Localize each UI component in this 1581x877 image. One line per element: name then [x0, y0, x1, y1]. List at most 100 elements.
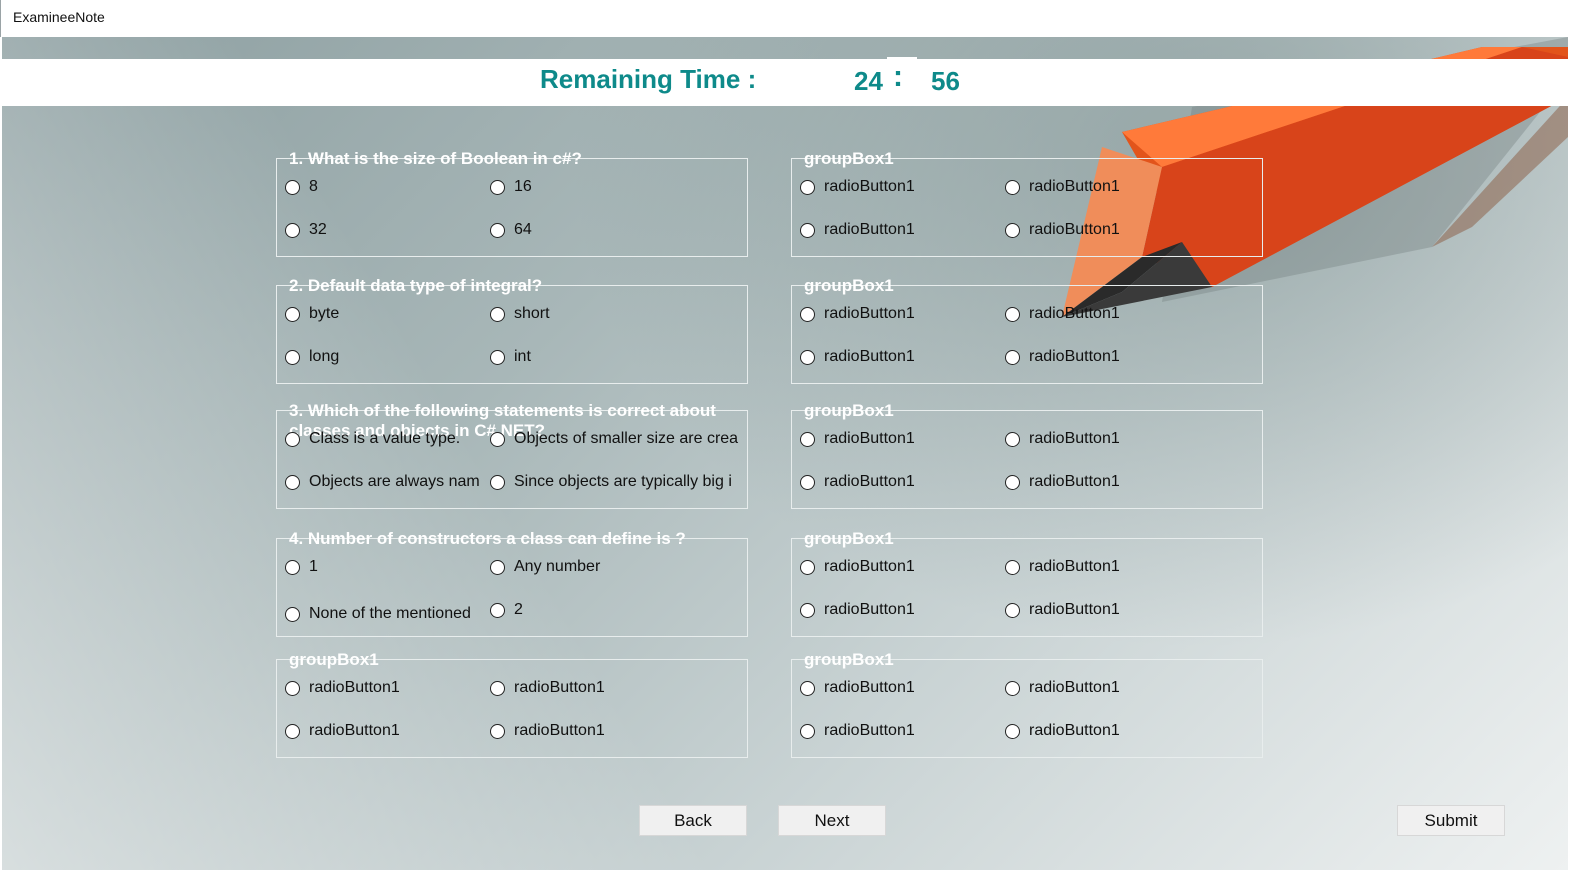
q3-option-c[interactable]: Objects are always nam — [285, 473, 490, 491]
q1-option-a[interactable]: 8 — [285, 178, 475, 196]
radio-circle-icon[interactable] — [800, 431, 815, 447]
radio-circle-icon[interactable] — [490, 306, 505, 322]
placeholder-group-3: groupBox1 radioButton1 radioButton1 radi… — [791, 401, 1263, 509]
radio-button[interactable]: radioButton1 — [800, 430, 990, 448]
q2-option-b[interactable]: short — [490, 305, 745, 323]
radio-circle-icon[interactable] — [285, 431, 300, 447]
radio-circle-icon[interactable] — [800, 723, 815, 739]
radio-circle-icon[interactable] — [1005, 474, 1020, 490]
radio-circle-icon[interactable] — [1005, 723, 1020, 739]
radio-circle-icon[interactable] — [800, 179, 815, 195]
q2-option-a[interactable]: byte — [285, 305, 475, 323]
next-button[interactable]: Next — [778, 805, 886, 836]
exam-form — [2, 37, 1568, 870]
radio-button[interactable]: radioButton1 — [1005, 679, 1195, 697]
radio-button[interactable]: radioButton1 — [1005, 348, 1195, 366]
back-button[interactable]: Back — [639, 805, 747, 836]
radio-button[interactable]: radioButton1 — [800, 601, 990, 619]
radio-button[interactable]: radioButton1 — [1005, 178, 1195, 196]
radio-button[interactable]: radioButton1 — [800, 473, 990, 491]
timer-band — [2, 59, 1568, 106]
q1-option-b[interactable]: 16 — [490, 178, 745, 196]
placeholder-group-1: groupBox1 radioButton1 radioButton1 radi… — [791, 149, 1263, 257]
radio-button[interactable]: radioButton1 — [800, 722, 990, 740]
radio-circle-icon[interactable] — [490, 431, 505, 447]
radio-circle-icon[interactable] — [285, 606, 300, 622]
radio-circle-icon[interactable] — [800, 474, 815, 490]
q1-option-c[interactable]: 32 — [285, 221, 475, 239]
q4-option-a[interactable]: 1 — [285, 558, 483, 576]
radio-circle-icon[interactable] — [490, 680, 505, 696]
radio-circle-icon[interactable] — [285, 222, 300, 238]
q2-option-d[interactable]: int — [490, 348, 745, 366]
radio-circle-icon[interactable] — [800, 680, 815, 696]
radio-circle-icon[interactable] — [800, 602, 815, 618]
radio-button[interactable]: radioButton1 — [1005, 722, 1195, 740]
radio-button[interactable]: radioButton1 — [800, 305, 990, 323]
placeholder-group-5: groupBox1 radioButton1 radioButton1 radi… — [276, 650, 748, 758]
radio-circle-icon[interactable] — [285, 680, 300, 696]
radio-circle-icon[interactable] — [285, 349, 300, 365]
radio-button[interactable]: radioButton1 — [800, 679, 990, 697]
radio-circle-icon[interactable] — [1005, 306, 1020, 322]
radio-circle-icon[interactable] — [285, 306, 300, 322]
radio-circle-icon[interactable] — [490, 602, 505, 618]
q1-option-d[interactable]: 64 — [490, 221, 745, 239]
radio-circle-icon[interactable] — [800, 306, 815, 322]
radio-circle-icon[interactable] — [800, 349, 815, 365]
radio-circle-icon[interactable] — [1005, 431, 1020, 447]
radio-circle-icon[interactable] — [800, 222, 815, 238]
radio-button[interactable]: radioButton1 — [285, 722, 475, 740]
radio-button[interactable]: radioButton1 — [490, 722, 680, 740]
radio-button[interactable]: radioButton1 — [800, 221, 990, 239]
radio-circle-icon[interactable] — [490, 179, 505, 195]
submit-button[interactable]: Submit — [1397, 805, 1505, 836]
radio-circle-icon[interactable] — [1005, 349, 1020, 365]
radio-button[interactable]: radioButton1 — [800, 558, 990, 576]
question-1-group: 1. What is the size of Boolean in c#? 8 … — [276, 149, 748, 257]
radio-button[interactable]: radioButton1 — [800, 348, 990, 366]
title-bar: ExamineeNote — [0, 0, 1581, 37]
radio-circle-icon[interactable] — [1005, 222, 1020, 238]
radio-circle-icon[interactable] — [490, 723, 505, 739]
radio-button[interactable]: radioButton1 — [1005, 558, 1195, 576]
q4-option-b[interactable]: Any number — [490, 558, 745, 576]
radio-button[interactable]: radioButton1 — [1005, 473, 1195, 491]
radio-button[interactable]: radioButton1 — [1005, 430, 1195, 448]
radio-button[interactable]: radioButton1 — [800, 178, 990, 196]
radio-circle-icon[interactable] — [1005, 559, 1020, 575]
group-6-legend: groupBox1 — [804, 650, 894, 669]
pencil-illustration — [1062, 37, 1568, 317]
radio-circle-icon[interactable] — [285, 474, 300, 490]
q4-option-d[interactable]: 2 — [490, 601, 745, 619]
radio-circle-icon[interactable] — [490, 349, 505, 365]
group-5-legend: groupBox1 — [289, 650, 379, 669]
radio-circle-icon[interactable] — [1005, 680, 1020, 696]
radio-circle-icon[interactable] — [800, 559, 815, 575]
radio-circle-icon[interactable] — [490, 222, 505, 238]
placeholder-group-6: groupBox1 radioButton1 radioButton1 radi… — [791, 650, 1263, 758]
radio-circle-icon[interactable] — [490, 474, 505, 490]
q3-option-a[interactable]: Class is a value type. — [285, 430, 483, 448]
placeholder-group-4: groupBox1 radioButton1 radioButton1 radi… — [791, 529, 1263, 637]
radio-button[interactable]: radioButton1 — [1005, 601, 1195, 619]
question-4-legend: 4. Number of constructors a class can de… — [289, 529, 686, 548]
q3-option-d[interactable]: Since objects are typically big i — [490, 473, 748, 491]
q3-option-b[interactable]: Objects of smaller size are crea — [490, 430, 748, 448]
timer-separator: : — [893, 60, 903, 93]
remaining-time-label: Remaining Time : — [540, 64, 757, 94]
radio-circle-icon[interactable] — [285, 559, 300, 575]
radio-circle-icon[interactable] — [1005, 602, 1020, 618]
radio-button[interactable]: radioButton1 — [1005, 305, 1195, 323]
radio-button[interactable]: radioButton1 — [285, 679, 475, 697]
q2-option-c[interactable]: long — [285, 348, 475, 366]
question-4-group: 4. Number of constructors a class can de… — [276, 529, 748, 637]
radio-circle-icon[interactable] — [285, 179, 300, 195]
radio-circle-icon[interactable] — [1005, 179, 1020, 195]
radio-button[interactable]: radioButton1 — [490, 679, 680, 697]
timer-minutes: 24 — [854, 66, 883, 96]
radio-button[interactable]: radioButton1 — [1005, 221, 1195, 239]
radio-circle-icon[interactable] — [285, 723, 300, 739]
radio-circle-icon[interactable] — [490, 559, 505, 575]
q4-option-c[interactable]: None of the mentioned — [285, 605, 490, 623]
